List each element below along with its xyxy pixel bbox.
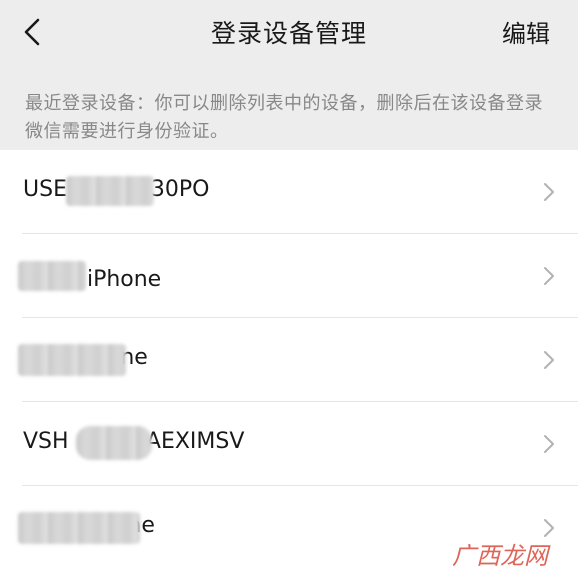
- privacy-blur: [18, 261, 86, 291]
- privacy-blur: [18, 512, 140, 544]
- edit-button[interactable]: 编辑: [502, 14, 550, 49]
- device-management-screen: 登录设备管理 编辑 最近登录设备：你可以删除列表中的设备，删除后在该设备登录微信…: [0, 0, 578, 581]
- hint-text: 最近登录设备：你可以删除列表中的设备，删除后在该设备登录微信需要进行身份验证。: [25, 93, 543, 142]
- privacy-blur: [18, 344, 126, 376]
- chevron-right-icon: [544, 183, 554, 201]
- watermark: 广西龙网: [452, 542, 548, 570]
- hint-section: 最近登录设备：你可以删除列表中的设备，删除后在该设备登录微信需要进行身份验证。: [0, 70, 578, 150]
- chevron-right-icon: [544, 267, 554, 285]
- privacy-blur: [76, 426, 152, 460]
- device-row[interactable]: VSH RAEXIMSV: [0, 402, 578, 486]
- chevron-right-icon: [544, 351, 554, 369]
- device-row[interactable]: USE 0330PO: [0, 150, 578, 234]
- device-row[interactable]: hone: [0, 318, 578, 402]
- chevron-right-icon: [544, 435, 554, 453]
- device-row[interactable]: 的 iPhone: [0, 234, 578, 318]
- privacy-blur: [66, 176, 154, 206]
- device-list: USE 0330PO 的 iPhone hone VSH: [0, 150, 578, 570]
- page-title: 登录设备管理: [210, 19, 367, 48]
- navigation-bar: 登录设备管理 编辑: [0, 0, 578, 70]
